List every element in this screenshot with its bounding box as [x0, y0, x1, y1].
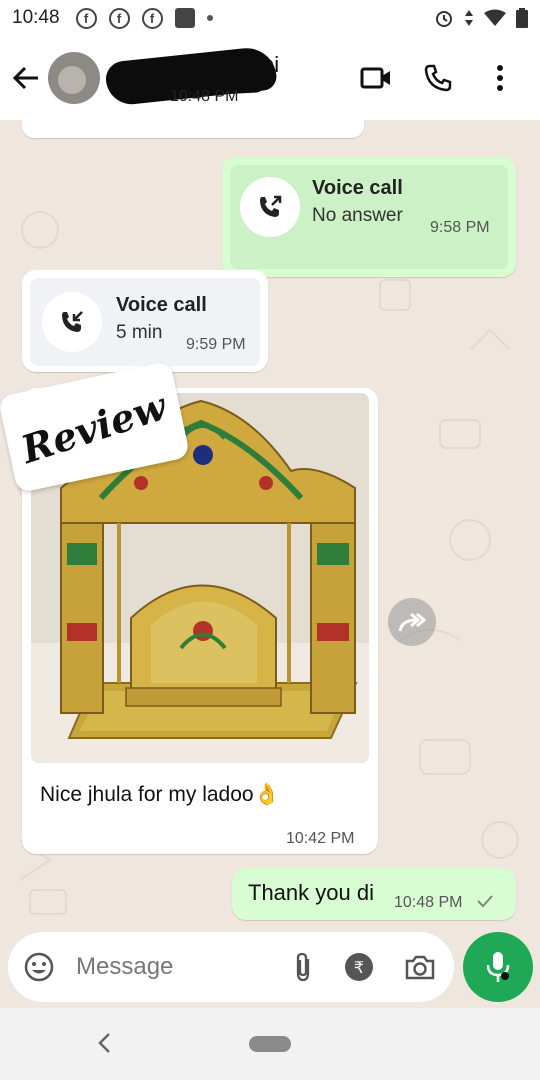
nav-home-pill[interactable] [249, 1036, 291, 1052]
mic-button[interactable] [463, 932, 533, 1002]
forward-icon [398, 612, 427, 632]
message-input[interactable]: Message [76, 953, 256, 981]
forward-button[interactable] [388, 598, 436, 646]
nav-back-button[interactable] [92, 1028, 116, 1058]
status-bar: 10:48 f f f [0, 0, 540, 36]
outgoing-call-icon [240, 177, 300, 237]
wifi-icon [484, 9, 506, 26]
call-status: No answer [312, 205, 403, 226]
rupee-icon[interactable]: ₹ [344, 952, 374, 982]
contact-info[interactable]: hi 10:48 PM [104, 45, 302, 108]
chat-area[interactable]: Voice call No answer 9:58 PM Voice call … [0, 120, 540, 930]
message-time: 9:58 PM [430, 219, 490, 236]
video-call-button[interactable] [358, 60, 394, 96]
photo-icon [174, 8, 195, 28]
facebook-icon: f [141, 7, 163, 29]
message-composer: Message ₹ [8, 932, 454, 1002]
message-time: 10:42 PM [286, 830, 355, 847]
message-time: 10:48 PM [394, 894, 463, 911]
more-vert-icon [497, 65, 503, 91]
more-options-button[interactable] [482, 60, 518, 96]
chat-header: hi 10:48 PM [0, 36, 540, 120]
emoji-button[interactable] [22, 950, 56, 984]
incoming-call-bubble[interactable]: Voice call 5 min 9:59 PM [22, 270, 268, 372]
status-time: 10:48 [12, 7, 60, 28]
outgoing-call-bubble[interactable]: Voice call No answer 9:58 PM [222, 157, 516, 277]
call-title: Voice call [116, 294, 207, 316]
voice-call-button[interactable] [420, 60, 456, 96]
message-text: Thank you di [248, 880, 374, 905]
incoming-call-icon [42, 292, 102, 352]
previous-message-bubble[interactable] [22, 120, 364, 138]
chevron-left-icon [98, 1033, 110, 1053]
contact-last-seen: 10:48 PM [170, 88, 239, 105]
back-button[interactable] [4, 56, 48, 100]
review-label: Review [16, 382, 172, 472]
phone-icon [424, 64, 452, 92]
attach-icon[interactable] [292, 951, 314, 983]
mic-icon [486, 952, 510, 982]
system-nav-bar [0, 1008, 540, 1080]
call-duration: 5 min [116, 322, 163, 343]
avatar[interactable] [48, 52, 100, 104]
dot-icon [206, 15, 213, 21]
data-arrows-icon [465, 10, 473, 26]
image-caption: Nice jhula for my ladoo👌 [40, 783, 280, 806]
facebook-icon: f [75, 7, 97, 29]
alarm-icon [436, 11, 452, 27]
call-title: Voice call [312, 177, 403, 199]
svg-text:₹: ₹ [354, 958, 364, 977]
single-check-icon [477, 895, 493, 908]
battery-icon [516, 8, 528, 28]
facebook-icon: f [108, 7, 130, 29]
outgoing-text-bubble[interactable]: Thank you di 10:48 PM [232, 868, 516, 920]
arrow-left-icon [12, 66, 38, 90]
emoji-icon [24, 952, 54, 982]
message-time: 9:59 PM [186, 336, 246, 353]
camera-icon[interactable] [404, 953, 436, 981]
video-call-icon [360, 67, 390, 89]
